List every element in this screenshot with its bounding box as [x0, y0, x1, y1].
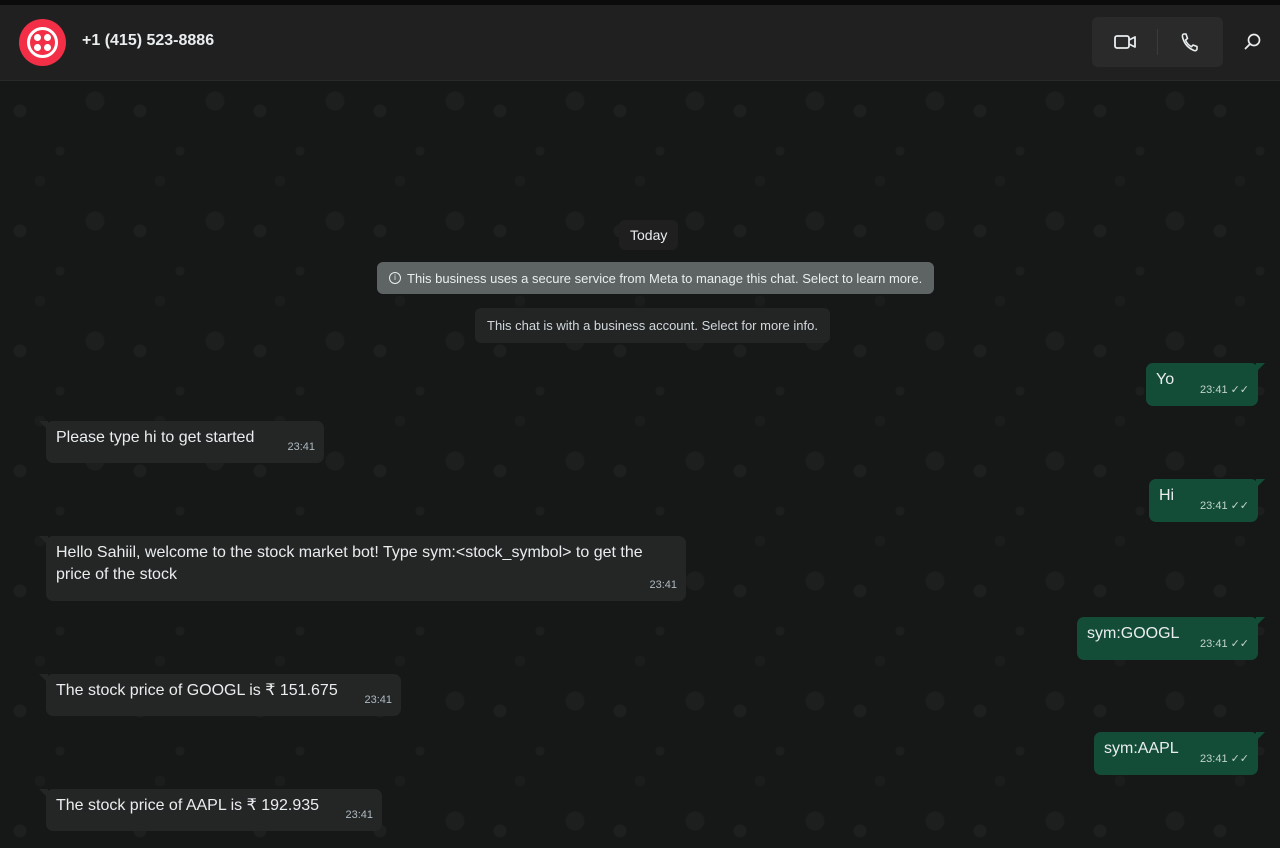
message-meta: 23:41 ✓✓ [1200, 633, 1249, 655]
message-time: 23:41 [1200, 753, 1228, 765]
message-time: 23:41 [649, 579, 677, 591]
chat-header: +1 (415) 523-8886 [0, 5, 1280, 81]
outgoing-message[interactable]: Yo 23:41 ✓✓ [1146, 363, 1265, 406]
message-text: sym:AAPL [1104, 740, 1179, 757]
info-icon: i [389, 272, 401, 284]
message-time: 23:41 [1200, 500, 1228, 512]
business-notice-text: This chat is with a business account. Se… [487, 318, 818, 333]
message-time: 23:41 [345, 809, 373, 821]
message-time: 23:41 [1200, 638, 1228, 650]
video-call-button[interactable] [1107, 27, 1143, 57]
business-account-notice[interactable]: This chat is with a business account. Se… [475, 308, 830, 343]
read-receipt-icon: ✓✓ [1230, 500, 1249, 512]
message-list[interactable]: Today i This business uses a secure serv… [0, 81, 1280, 848]
message-time: 23:41 [364, 694, 392, 706]
read-receipt-icon: ✓✓ [1230, 384, 1249, 396]
read-receipt-icon: ✓✓ [1230, 753, 1249, 765]
avatar-logo-dot [34, 44, 41, 51]
search-icon [1244, 33, 1261, 50]
message-time: 23:41 [287, 441, 315, 453]
search-button[interactable] [1244, 33, 1274, 63]
read-receipt-icon: ✓✓ [1230, 638, 1249, 650]
incoming-message[interactable]: Hello Sahiil, welcome to the stock marke… [39, 536, 686, 601]
avatar-logo-ring [27, 27, 58, 58]
incoming-message[interactable]: Please type hi to get started 23:41 [39, 421, 324, 463]
call-controls [1092, 17, 1223, 67]
message-text: Hi [1159, 487, 1175, 504]
meta-secure-service-notice[interactable]: i This business uses a secure service fr… [377, 262, 935, 294]
message-text: The stock price of AAPL is ₹ 192.935 [56, 797, 320, 814]
video-camera-icon [1114, 35, 1136, 49]
avatar-logo-dot [44, 34, 51, 41]
incoming-message[interactable]: The stock price of AAPL is ₹ 192.935 23:… [39, 789, 382, 831]
incoming-message[interactable]: The stock price of GOOGL is ₹ 151.675 23… [39, 674, 401, 716]
message-text: Yo [1156, 371, 1175, 388]
outgoing-message[interactable]: sym:AAPL 23:41 ✓✓ [1094, 732, 1265, 775]
message-meta: 23:41 ✓✓ [1200, 379, 1249, 401]
outgoing-message[interactable]: Hi 23:41 ✓✓ [1149, 479, 1265, 522]
message-meta: 23:41 ✓✓ [1200, 748, 1249, 770]
avatar-logo-dot [44, 44, 51, 51]
meta-notice-text: This business uses a secure service from… [407, 270, 923, 286]
message-time: 23:41 [1200, 384, 1228, 396]
contact-avatar[interactable] [19, 19, 66, 66]
date-divider: Today [619, 220, 679, 250]
call-controls-divider [1157, 29, 1158, 55]
message-text: The stock price of GOOGL is ₹ 151.675 [56, 682, 338, 699]
voice-call-button[interactable] [1172, 27, 1208, 57]
avatar-logo-dot [34, 34, 41, 41]
message-meta: 23:41 ✓✓ [1200, 495, 1249, 517]
contact-name[interactable]: +1 (415) 523-8886 [82, 32, 214, 50]
outgoing-message[interactable]: sym:GOOGL 23:41 ✓✓ [1077, 617, 1265, 660]
message-text: Please type hi to get started [56, 429, 255, 446]
message-text: Hello Sahiil, welcome to the stock marke… [56, 544, 643, 583]
message-text: sym:GOOGL [1087, 625, 1180, 642]
phone-icon [1181, 33, 1198, 52]
